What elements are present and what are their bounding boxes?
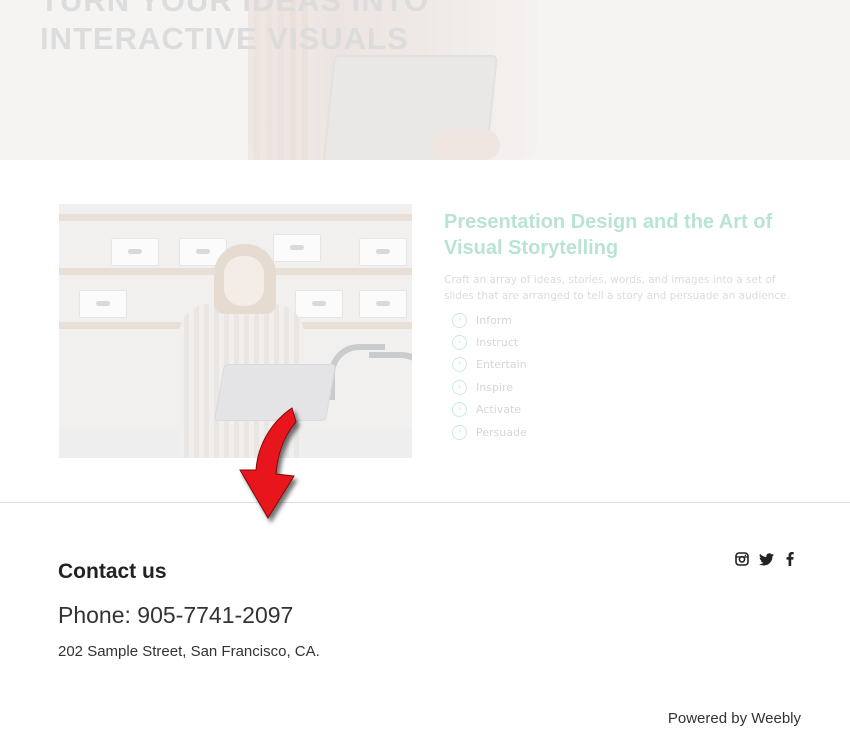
- social-links: [734, 551, 798, 567]
- list-item-label: Inspire: [476, 380, 514, 394]
- hero-title: TURN YOUR IDEAS INTO INTERACTIVE VISUALS: [40, 0, 429, 58]
- hero-title-line-2: INTERACTIVE VISUALS: [40, 21, 409, 56]
- woman-face: [224, 256, 264, 306]
- address: 202 Sample Street, San Francisco, CA.: [58, 643, 320, 660]
- instagram-icon-glyph: [735, 552, 749, 566]
- hero-banner: TURN YOUR IDEAS INTO INTERACTIVE VISUALS: [0, 0, 850, 160]
- chevron-right-circle-icon: ›: [452, 379, 467, 395]
- list-item: › Activate: [452, 399, 527, 421]
- chevron-right-circle-icon: ›: [452, 312, 467, 328]
- list-item: › Inform: [452, 309, 527, 331]
- shelf: [59, 214, 412, 221]
- list-item: › Persuade: [452, 421, 527, 443]
- storage-box: [79, 290, 127, 318]
- list-item-label: Inform: [476, 313, 512, 327]
- list-item: › Inspire: [452, 376, 527, 398]
- list-item-label: Entertain: [476, 358, 527, 372]
- list-item: › Instruct: [452, 331, 527, 353]
- twitter-icon-glyph: [758, 552, 774, 565]
- hero-title-line-1: TURN YOUR IDEAS INTO: [40, 0, 430, 18]
- list-item-label: Activate: [476, 403, 522, 417]
- faucet: [369, 352, 412, 404]
- feature-heading: Presentation Design and the Art of Visua…: [444, 211, 773, 259]
- chevron-right-circle-icon: ›: [452, 357, 467, 373]
- feature-description: Craft an array of ideas, stories, words,…: [444, 274, 790, 302]
- instagram-icon[interactable]: [734, 551, 750, 567]
- list-item-label: Instruct: [476, 336, 519, 350]
- list-item: › Entertain: [452, 354, 527, 376]
- chevron-right-circle-icon: ›: [452, 402, 467, 418]
- section-divider: [0, 502, 850, 503]
- hero-background-hand: [430, 130, 500, 160]
- feature-list: › Inform › Instruct › Entertain › Inspire › A…: [452, 309, 527, 443]
- red-curved-arrow-icon: [239, 407, 297, 519]
- chevron-right-circle-icon: ›: [452, 424, 467, 440]
- facebook-icon-glyph: [786, 552, 794, 566]
- contact-title: Contact us: [58, 560, 167, 583]
- storage-box: [359, 238, 407, 266]
- phone-number: Phone: 905-7741-2097: [58, 602, 294, 628]
- storage-box: [359, 290, 407, 318]
- list-item-label: Persuade: [476, 425, 527, 439]
- storage-box: [111, 238, 159, 266]
- powered-by-link[interactable]: Powered by Weebly: [668, 710, 801, 727]
- twitter-icon[interactable]: [758, 551, 774, 567]
- storage-box: [273, 234, 321, 262]
- chevron-right-circle-icon: ›: [452, 335, 467, 351]
- storage-box: [295, 290, 343, 318]
- facebook-icon[interactable]: [782, 551, 798, 567]
